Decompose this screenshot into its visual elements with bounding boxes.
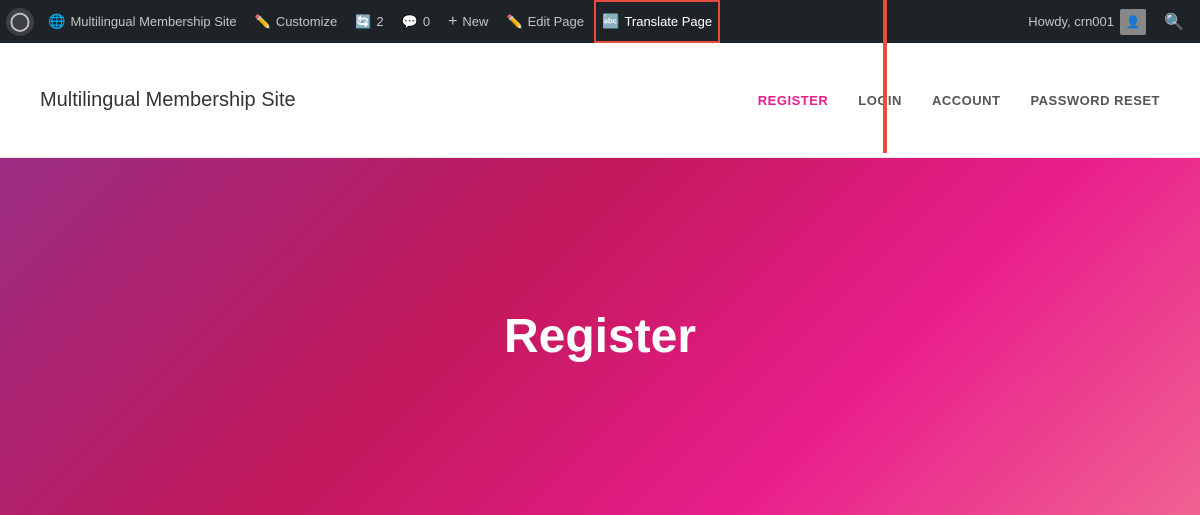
comments-count: 0 [423,14,430,29]
user-avatar: 👤 [1120,9,1146,35]
edit-page-button[interactable]: ✏️ Edit Page [498,0,592,43]
customize-icon: ✏️ [255,14,271,30]
new-icon: + [448,13,457,31]
edit-icon: ✏️ [506,14,522,30]
new-label: New [462,14,488,29]
nav-password-reset[interactable]: PASSWORD RESET [1030,93,1160,108]
hero-section: Register [0,158,1200,515]
edit-page-label: Edit Page [528,14,584,29]
admin-bar: ◯ 🌐 Multilingual Membership Site ✏️ Cust… [0,0,1200,43]
comments-button[interactable]: 💬 0 [394,0,438,43]
site-title-label: Multilingual Membership Site [70,14,236,29]
nav-register[interactable]: REGISTER [758,93,828,108]
translate-page-button[interactable]: 🔤 Translate Page [594,0,720,43]
site-nav: REGISTER LOGIN ACCOUNT PASSWORD RESET [758,93,1160,108]
new-button[interactable]: + New [440,0,496,43]
updates-icon: 🔄 [355,14,371,30]
nav-login[interactable]: LOGIN [858,93,902,108]
site-name-button[interactable]: 🌐 Multilingual Membership Site [40,0,245,43]
user-menu-button[interactable]: Howdy, crn001 👤 [1020,0,1154,43]
updates-count: 2 [376,14,383,29]
customize-label: Customize [276,14,337,29]
nav-account[interactable]: ACCOUNT [932,93,1001,108]
translate-icon: 🔤 [602,13,619,30]
user-greeting: Howdy, crn001 [1028,14,1114,29]
search-icon: 🔍 [1164,12,1184,32]
wp-logo-button[interactable]: ◯ [6,8,34,36]
wp-logo-icon: ◯ [10,11,30,32]
updates-button[interactable]: 🔄 2 [347,0,391,43]
site-title: Multilingual Membership Site [40,89,296,112]
admin-bar-right: Howdy, crn001 👤 🔍 [1020,0,1194,43]
hero-title: Register [504,309,696,364]
translate-page-label: Translate Page [624,14,712,29]
comments-icon: 💬 [402,14,418,30]
search-button[interactable]: 🔍 [1154,0,1194,43]
site-header: Multilingual Membership Site REGISTER LO… [0,43,1200,158]
customize-button[interactable]: ✏️ Customize [247,0,346,43]
globe-icon: 🌐 [48,13,65,30]
